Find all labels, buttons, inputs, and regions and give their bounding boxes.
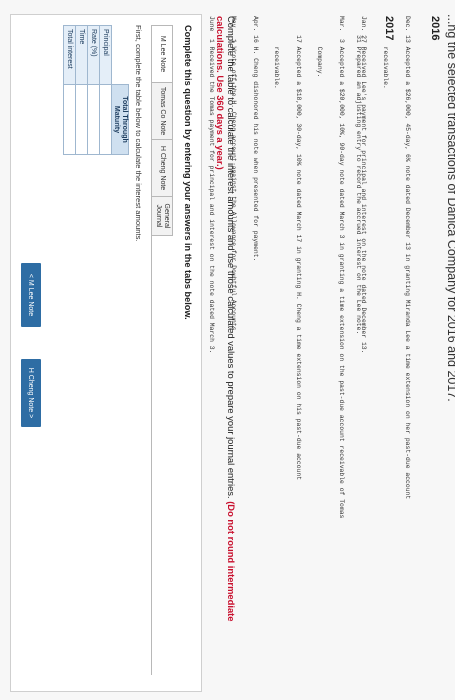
entry-line: Apr. 16 H. Cheng dishonored his note whe…: [251, 16, 259, 262]
rotated-page: ...ng the selected transactions of Danic…: [0, 0, 455, 700]
table-row: Total interest: [63, 25, 76, 155]
table-instruction: First, complete the table below to calcu…: [134, 25, 143, 242]
instructions: Complete the table to calculate the inte…: [215, 16, 237, 676]
principal-input[interactable]: [99, 84, 112, 155]
instruction-text: Complete the table to calculate the inte…: [226, 16, 237, 502]
column-header-total-through-maturity: Total Through Maturity: [111, 84, 129, 155]
entry-line: Mar. 3 Accepted a $20,000, 10%, 90-day n…: [337, 16, 345, 519]
row-label-total-interest: Total interest: [63, 25, 76, 85]
table-row: Time: [75, 25, 88, 155]
panel-heading: Complete this question by entering your …: [183, 25, 193, 320]
entry-line: receivable.: [381, 16, 389, 89]
entry-line: Jan. 27 Received Lee's payment for princ…: [359, 16, 367, 354]
question-panel: Complete this question by entering your …: [10, 14, 202, 692]
time-input[interactable]: [75, 84, 88, 155]
total-interest-input[interactable]: [63, 84, 76, 155]
prev-tab-button[interactable]: < M Lee Note: [21, 263, 41, 327]
tab-tomas-co-note[interactable]: Tomas Co Note: [151, 82, 173, 140]
tab-bar: M Lee Note Tomas Co Note H Cheng Note Ge…: [151, 25, 173, 236]
interest-table: Total Through Maturity Principal Rate (%…: [63, 25, 129, 155]
row-label-rate: Rate (%): [87, 25, 100, 85]
row-label-principal: Principal: [99, 25, 112, 85]
table-row: Rate (%): [87, 25, 100, 155]
entry-line: 17 Accepted a $18,000, 30-day, 10% note …: [294, 16, 302, 481]
entry-line: Company.: [316, 16, 324, 78]
rate-input[interactable]: [87, 84, 100, 155]
row-label-time: Time: [75, 25, 88, 85]
entry-line: receivable.: [273, 16, 281, 89]
tab-m-lee-note[interactable]: M Lee Note: [151, 25, 173, 83]
tab-divider: [151, 25, 152, 675]
year-2016-heading: 2016: [429, 16, 441, 41]
tab-h-cheng-note[interactable]: H Cheng Note: [151, 139, 173, 197]
next-tab-button[interactable]: H Cheng Note >: [21, 359, 41, 427]
tab-general-journal[interactable]: General Journal: [151, 196, 173, 236]
year-2017-heading: 2017: [383, 16, 395, 41]
table-row: Principal: [99, 25, 112, 155]
entry-line: Dec. 13 Accepted a $26,000, 45-day, 6% n…: [403, 16, 411, 500]
page-title: ...ng the selected transactions of Danic…: [445, 14, 455, 402]
